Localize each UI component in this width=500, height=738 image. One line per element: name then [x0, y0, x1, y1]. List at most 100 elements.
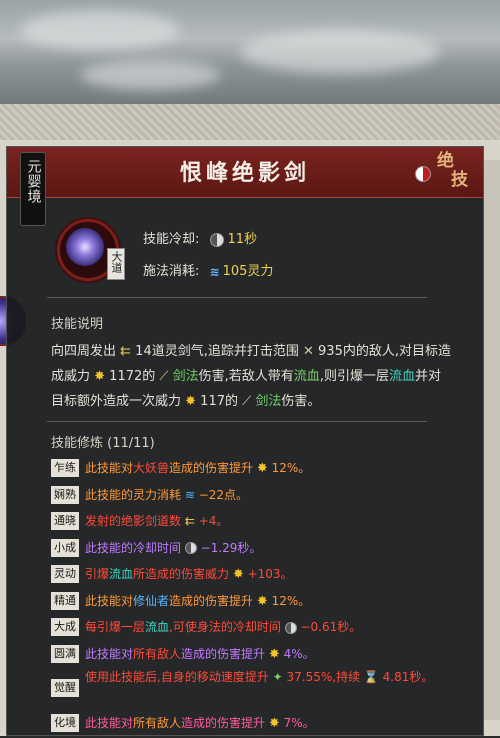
text-segment: ⇇: [184, 514, 195, 528]
text-segment: 12%。: [267, 593, 311, 608]
text-segment: 此技能对: [85, 593, 134, 608]
text-segment: 此技能对: [85, 646, 134, 661]
text-segment: 此技能对: [85, 461, 134, 475]
text-segment: 所造成的伤害威力: [133, 567, 233, 581]
text-segment: ⌛: [363, 670, 379, 684]
yinyang-icon: [415, 166, 431, 182]
text-segment: 每引爆一层: [85, 620, 146, 634]
modifier-text: 此技能的冷却时间 −1.29秒。: [85, 541, 261, 555]
text-segment: ≋: [184, 487, 195, 502]
text-segment: 剑法: [168, 369, 199, 384]
modifier-row: 小成 此技能的冷却时间 −1.29秒。: [51, 537, 471, 559]
text-segment: −1.29秒。: [196, 540, 262, 555]
cost-label: 施法消耗:: [143, 264, 200, 279]
stamp-char-2: 技: [451, 170, 468, 190]
text-segment: 4.81秒。: [378, 670, 434, 684]
text-segment: 流血: [145, 620, 170, 634]
cost-row: 施法消耗: ≋ 105灵力: [143, 260, 273, 279]
description-heading: 技能说明: [51, 317, 104, 332]
text-segment: 所有敌人: [133, 646, 182, 661]
text-segment: 12%。: [267, 461, 311, 475]
modifier-list: 乍练 此技能对大妖兽造成的伤害提升 ✸ 12%。 娴熟 此技能的灵力消耗 ≋ −22点…: [51, 457, 471, 738]
modifier-text: 发射的绝影剑道数 ⇇ +4。: [85, 514, 228, 528]
text-segment: ,可使身法的冷却时间: [169, 620, 285, 634]
text-segment: 修仙者: [133, 593, 170, 608]
modifier-tag: 大成: [51, 618, 79, 636]
text-segment: ✸: [232, 567, 244, 582]
text-segment: 117的: [196, 394, 243, 409]
modifier-tag: 娴熟: [51, 485, 79, 504]
text-segment: 伤害。: [281, 394, 321, 409]
cooldown-row: 技能冷却: 11秒: [143, 228, 257, 247]
text-segment: ✸: [268, 715, 280, 731]
modifier-tag: 圆满: [51, 644, 79, 663]
text-segment: +103。: [243, 567, 293, 581]
modifier-text: 此技能的灵力消耗 ≋ −22点。: [85, 488, 248, 502]
text-segment: ⟋: [159, 369, 169, 384]
mana-icon: ≋: [209, 264, 220, 279]
modifier-text: 使用此技能后,自身的移动速度提升 ✦ 37.55%,持续 ⌛ 4.81秒。: [85, 669, 445, 686]
text-segment: 7%。: [279, 715, 315, 730]
modifier-row: 灵动 引爆流血所造成的伤害威力 ✸ +103。: [51, 563, 471, 585]
text-segment: ✸: [268, 646, 280, 662]
text-segment: 14道灵剑气,追踪并打击范围: [131, 344, 303, 359]
skill-description: 向四周发出 ⇇ 14道灵剑气,追踪并打击范围 ✕ 935内的敌人,对目标造成威力…: [51, 339, 451, 414]
modifier-text: 此技能对大妖兽造成的伤害提升 ✸ 12%。: [85, 461, 311, 476]
modifiers-heading: 技能修炼 (11/11): [51, 436, 155, 451]
modifier-row: 娴熟 此技能的灵力消耗 ≋ −22点。: [51, 484, 471, 506]
text-segment: 伤害,若敌人带有: [198, 369, 294, 384]
clock-icon: [184, 542, 197, 554]
realm-tag-text: 元婴境: [25, 159, 42, 204]
text-segment: 大妖兽: [133, 461, 170, 475]
text-segment: ✸: [256, 593, 268, 609]
text-segment: ✸: [94, 369, 106, 384]
stamp-char-1: 绝: [437, 151, 454, 171]
text-segment: 引爆: [85, 567, 110, 581]
text-segment: ⟋: [242, 394, 252, 409]
modifier-row: 精通 此技能对修仙者造成的伤害提升 ✸ 12%。: [51, 590, 471, 612]
modifier-row: 乍练 此技能对大妖兽造成的伤害提升 ✸ 12%。: [51, 457, 471, 479]
skill-name: 恨峰绝影剑: [179, 160, 310, 186]
text-segment: 造成的伤害提升: [181, 715, 269, 730]
text-segment: −22点。: [194, 487, 249, 502]
text-segment: ✸: [185, 394, 197, 409]
text-segment: 剑法: [251, 394, 282, 409]
sword-star-icon: [66, 228, 104, 266]
clock-icon: [284, 621, 297, 634]
text-segment: ✸: [256, 461, 268, 476]
modifier-row: 大成 每引爆一层流血,可使身法的冷却时间 −0.61秒。: [51, 616, 471, 638]
clock-icon: [209, 232, 224, 247]
modifier-text: 此技能对所有敌人造成的伤害提升 ✸ 4%。: [85, 646, 315, 662]
skill-tooltip-panel: 恨峰绝影剑 绝 技 大道 技能冷却: 11秒 施法消耗: ≋ 105灵力 技能说明…: [6, 146, 484, 736]
text-segment: 造成的伤害提升: [181, 646, 269, 661]
text-segment: 造成的伤害提升: [169, 593, 257, 608]
text-segment: 流血: [109, 567, 134, 581]
text-segment: ⇇: [120, 344, 132, 359]
text-segment: 使用此技能后,自身的移动速度提升: [85, 670, 273, 684]
modifier-tag: 灵动: [51, 565, 79, 583]
modifier-text: 此技能对修仙者造成的伤害提升 ✸ 12%。: [85, 593, 311, 609]
modifier-text: 此技能对所有敌人造成的伤害提升 ✸ 7%。: [85, 715, 315, 731]
realm-tag: 元婴境: [20, 152, 46, 226]
modifier-tag: 乍练: [51, 459, 79, 477]
modifier-tag: 通晓: [51, 512, 79, 530]
text-segment: 发射的绝影剑道数: [85, 514, 185, 528]
text-segment: ✕: [303, 344, 314, 359]
text-segment: 1172的: [105, 369, 160, 384]
modifier-tag: 化境: [51, 713, 79, 732]
modifier-tag: 精通: [51, 591, 79, 610]
modifier-text: 每引爆一层流血,可使身法的冷却时间 −0.61秒。: [85, 620, 361, 634]
text-segment: 此技能对: [85, 715, 134, 730]
modifier-row: 化境 此技能对所有敌人造成的伤害提升 ✸ 7%。: [51, 712, 471, 734]
text-segment: ✦: [272, 670, 283, 684]
text-segment: 此技能的冷却时间: [85, 540, 185, 555]
modifier-tag: 小成: [51, 538, 79, 557]
cooldown-label: 技能冷却:: [143, 232, 200, 247]
text-segment: 向四周发出: [51, 344, 121, 359]
modifier-tag: 觉醒: [51, 679, 79, 697]
sky-background: [0, 0, 500, 110]
text-segment: 所有敌人: [133, 715, 182, 730]
text-segment: 4%。: [279, 646, 315, 661]
text-segment: 造成的伤害提升: [169, 461, 257, 475]
text-segment: +4。: [194, 514, 229, 528]
